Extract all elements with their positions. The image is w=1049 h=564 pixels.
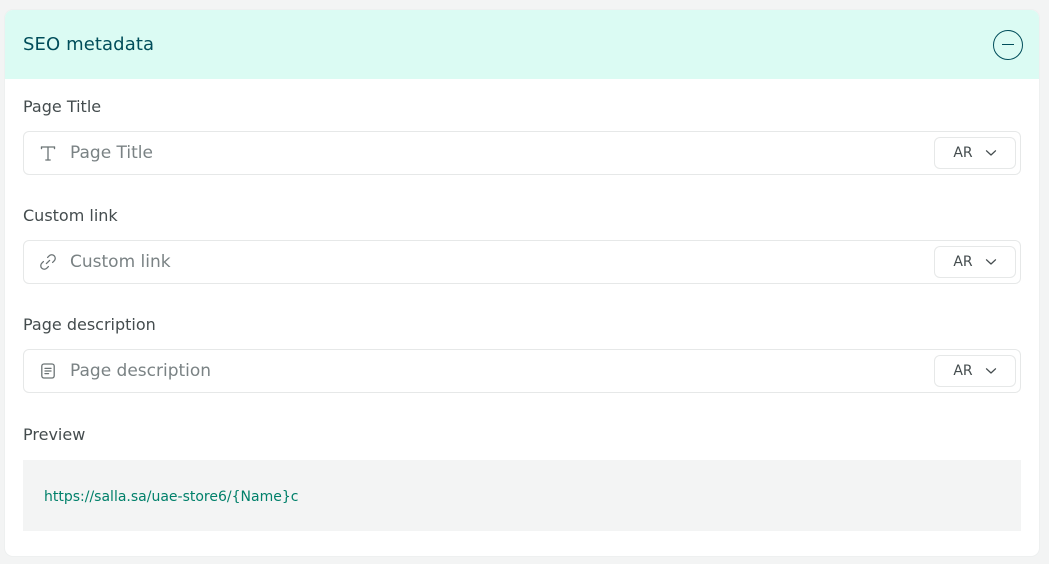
page-description-input[interactable] — [70, 361, 934, 381]
page-title-input[interactable] — [70, 143, 934, 163]
custom-link-language-select[interactable]: AR — [934, 246, 1016, 278]
custom-link-label: Custom link — [23, 206, 118, 225]
seo-metadata-card: SEO metadata Page Title AR Custom link — [5, 10, 1039, 556]
chevron-down-icon — [985, 363, 997, 379]
page-description-language-select[interactable]: AR — [934, 355, 1016, 387]
page-description-field[interactable]: AR — [23, 349, 1021, 393]
chevron-down-icon — [985, 145, 997, 161]
page-description-label: Page description — [23, 315, 156, 334]
chevron-down-icon — [985, 254, 997, 270]
page-title-language-select[interactable]: AR — [934, 137, 1016, 169]
language-value: AR — [953, 254, 973, 270]
link-icon — [38, 252, 58, 272]
preview-url[interactable]: https://salla.sa/uae-store6/{Name}c — [44, 487, 298, 505]
preview-label: Preview — [23, 425, 86, 444]
preview-box: https://salla.sa/uae-store6/{Name}c — [23, 460, 1021, 531]
language-value: AR — [953, 363, 973, 379]
custom-link-field[interactable]: AR — [23, 240, 1021, 284]
page-title-field[interactable]: AR — [23, 131, 1021, 175]
seo-section-header[interactable]: SEO metadata — [5, 10, 1039, 79]
language-value: AR — [953, 145, 973, 161]
document-icon — [38, 361, 58, 381]
custom-link-input[interactable] — [70, 252, 934, 272]
section-title: SEO metadata — [23, 34, 155, 55]
minus-circle-icon[interactable] — [993, 29, 1023, 60]
text-type-icon — [38, 143, 58, 163]
page-title-label: Page Title — [23, 97, 102, 116]
